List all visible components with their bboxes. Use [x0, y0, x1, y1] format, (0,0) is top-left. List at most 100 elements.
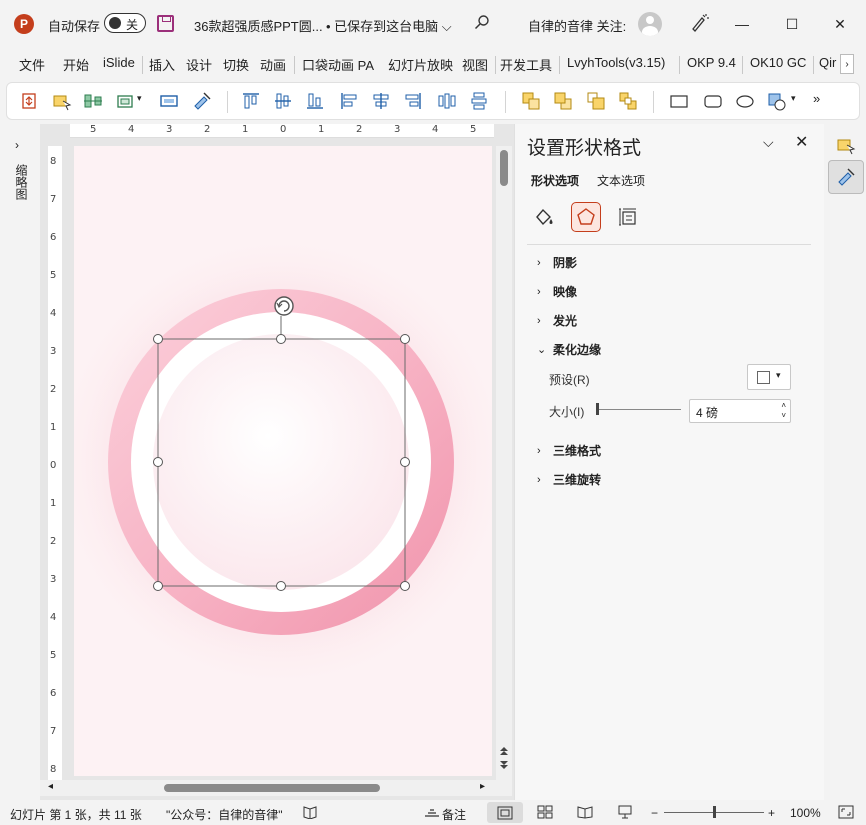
tab-shape-options[interactable]: 形状选项	[531, 172, 579, 189]
send-to-back-icon[interactable]	[618, 91, 638, 111]
ribbon-more-button[interactable]: »	[813, 91, 820, 106]
menu-developer[interactable]: 开发工具	[500, 55, 552, 74]
effects-category[interactable]	[571, 202, 601, 232]
autosave-toggle[interactable]: 关	[104, 13, 146, 33]
selection-pane-icon[interactable]	[19, 91, 39, 111]
format-painter-icon[interactable]	[192, 91, 212, 111]
close-pane-button[interactable]: ✕	[795, 132, 808, 152]
section-reflection[interactable]: › 映像	[537, 283, 577, 300]
select-shape-icon[interactable]	[52, 91, 72, 111]
menu-insert[interactable]: 插入	[149, 55, 175, 74]
menu-scroll-right-button[interactable]: ›	[840, 54, 854, 74]
pen-icon[interactable]	[689, 13, 709, 33]
minimize-button[interactable]: —	[730, 12, 754, 36]
soft-edges-preset-dropdown[interactable]: ▾	[747, 364, 791, 390]
menu-animations[interactable]: 动画	[260, 55, 286, 74]
resize-handle[interactable]	[400, 581, 410, 591]
menu-home[interactable]: 开始	[63, 55, 89, 74]
zoom-slider-handle[interactable]	[712, 806, 716, 818]
zoom-level[interactable]: 100%	[790, 806, 821, 820]
bring-forward-icon[interactable]	[521, 91, 541, 111]
scroll-left-icon[interactable]: ◂	[48, 781, 53, 792]
menu-lvyhtools[interactable]: LvyhTools(v3.15)	[567, 55, 665, 70]
reading-view-icon[interactable]	[577, 805, 593, 819]
soft-edges-size-slider[interactable]	[595, 403, 681, 415]
menu-islide[interactable]: iSlide	[103, 55, 135, 70]
fit-to-window-icon[interactable]	[838, 805, 854, 819]
distribute-icon[interactable]	[83, 91, 103, 111]
menu-pocket-animation[interactable]: 口袋动画 PA	[302, 55, 374, 74]
distribute-horizontal-icon[interactable]	[437, 91, 457, 111]
size-spinner-icon[interactable]: ˄ ˅	[781, 401, 786, 421]
maximize-button[interactable]: ☐	[780, 12, 804, 36]
next-slide-icon[interactable]	[498, 760, 510, 772]
menu-view[interactable]: 视图	[462, 55, 488, 74]
section-soft-edges[interactable]: ⌄ 柔化边缘	[537, 341, 601, 358]
slide-canvas[interactable]	[74, 146, 492, 776]
rectangle-shape-icon[interactable]	[669, 91, 689, 111]
document-title[interactable]: 36款超强质感PPT圆...	[194, 16, 323, 35]
bring-to-front-icon[interactable]	[586, 91, 606, 111]
align-bottom-icon[interactable]	[305, 91, 325, 111]
zoom-out-button[interactable]: −	[651, 806, 658, 820]
edit-shape-dropdown-chevron-icon[interactable]: ▾	[791, 93, 796, 104]
zoom-in-button[interactable]: +	[768, 806, 775, 820]
menu-file[interactable]: 文件	[19, 55, 45, 74]
menu-transitions[interactable]: 切换	[223, 55, 249, 74]
slideshow-icon[interactable]	[617, 805, 633, 819]
oval-shape-icon[interactable]	[735, 91, 755, 111]
resize-handle[interactable]	[153, 457, 163, 467]
resize-handle[interactable]	[276, 334, 286, 344]
align-center-icon[interactable]	[371, 91, 391, 111]
send-backward-icon[interactable]	[553, 91, 573, 111]
edit-shape-icon[interactable]	[767, 91, 787, 111]
align-left-icon[interactable]	[339, 91, 359, 111]
group-dropdown-chevron-icon[interactable]: ▾	[137, 93, 142, 104]
align-right-icon[interactable]	[403, 91, 423, 111]
accessibility-icon[interactable]	[302, 805, 318, 819]
resize-handle[interactable]	[400, 457, 410, 467]
pane-options-chevron-icon[interactable]: ⌵	[763, 134, 774, 151]
menu-okp[interactable]: OKP 9.4	[687, 55, 736, 70]
vertical-scroll-thumb[interactable]	[500, 150, 508, 186]
section-3d-format[interactable]: › 三维格式	[537, 442, 601, 459]
search-icon[interactable]	[474, 14, 490, 30]
previous-slide-icon[interactable]	[498, 744, 510, 756]
tab-text-options[interactable]: 文本选项	[597, 172, 645, 189]
close-window-button[interactable]: ✕	[828, 12, 852, 36]
select-shape-strip-button[interactable]	[828, 128, 864, 162]
menu-ok10[interactable]: OK10 GC	[750, 55, 806, 70]
thumbnails-label[interactable]: 缩略图	[13, 164, 30, 200]
slide-sorter-icon[interactable]	[537, 805, 553, 819]
group-icon[interactable]	[115, 91, 135, 111]
expand-thumbnails-button[interactable]: ›	[15, 138, 19, 152]
menu-qir[interactable]: Qir	[819, 55, 836, 70]
slider-handle[interactable]	[595, 403, 599, 415]
format-shape-strip-button[interactable]	[828, 160, 864, 194]
rotate-handle-icon[interactable]	[274, 296, 294, 316]
resize-handle[interactable]	[276, 581, 286, 591]
resize-handle[interactable]	[400, 334, 410, 344]
section-glow[interactable]: › 发光	[537, 312, 577, 329]
menu-slideshow[interactable]: 幻灯片放映	[388, 55, 453, 74]
avatar[interactable]	[638, 12, 662, 36]
align-top-icon[interactable]	[241, 91, 261, 111]
save-icon[interactable]	[157, 15, 174, 32]
soft-edges-size-input[interactable]: 4 磅 ˄ ˅	[689, 399, 791, 423]
horizontal-scrollbar[interactable]: ◂ ▸	[40, 780, 496, 796]
menu-design[interactable]: 设计	[186, 55, 212, 74]
fill-line-category[interactable]	[529, 202, 559, 232]
align-middle-icon[interactable]	[273, 91, 293, 111]
normal-view-button[interactable]	[487, 802, 523, 823]
distribute-vertical-icon[interactable]	[469, 91, 489, 111]
zoom-slider[interactable]	[664, 806, 764, 818]
rounded-rectangle-shape-icon[interactable]	[703, 91, 723, 111]
resize-handle[interactable]	[153, 581, 163, 591]
crop-frame-icon[interactable]	[159, 91, 179, 111]
horizontal-scroll-thumb[interactable]	[164, 784, 380, 792]
section-shadow[interactable]: › 阴影	[537, 254, 577, 271]
notes-button[interactable]: 备注	[442, 806, 466, 823]
section-3d-rotation[interactable]: › 三维旋转	[537, 471, 601, 488]
notes-icon[interactable]	[424, 805, 440, 819]
size-properties-category[interactable]	[613, 202, 643, 232]
